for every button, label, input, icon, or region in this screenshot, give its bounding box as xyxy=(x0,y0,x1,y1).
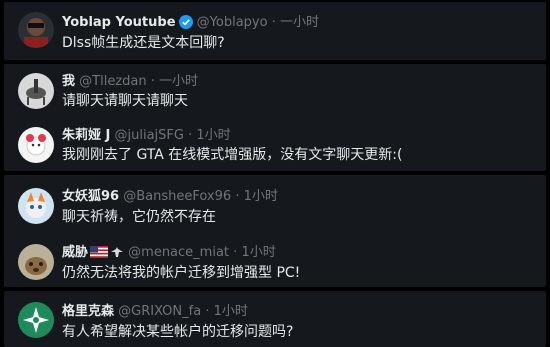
tweet-header: 朱莉娅 J @juliajSFG · 1小时 xyxy=(62,127,231,145)
verified-badge-icon xyxy=(178,15,193,35)
user-handle[interactable]: @GRIXON_fa xyxy=(118,304,201,319)
display-name[interactable]: 我 xyxy=(62,74,75,89)
user-handle[interactable]: @Yoblapyo xyxy=(197,15,268,30)
avatar[interactable] xyxy=(18,188,54,224)
user-handle[interactable]: @juliajSFG xyxy=(115,128,184,143)
user-handle[interactable]: @menace_miat xyxy=(128,245,229,260)
tweet-header: 威胁 @menace_miat · 1小时 xyxy=(62,244,276,264)
tweet-header: 我 @Tllezdan · 一小时 xyxy=(62,73,198,91)
separator-dot: · xyxy=(188,128,193,143)
user-handle[interactable]: @Tllezdan xyxy=(79,74,146,89)
tweet-panel: Yoblap Youtube @Yoblapyo · 一小时 Dlss帧生成还是… xyxy=(4,2,546,60)
display-name[interactable]: Yoblap Youtube xyxy=(62,15,176,30)
display-name[interactable]: 朱莉娅 J xyxy=(62,128,110,143)
separator-dot: · xyxy=(150,74,155,89)
tweet-panel: 我 @Tllezdan · 一小时 请聊天请聊天请聊天 朱莉娅 J @julia… xyxy=(4,64,546,171)
tweet-text: 聊天祈祷，它仍然不存在 xyxy=(62,209,216,225)
timestamp[interactable]: 一小时 xyxy=(280,15,319,30)
avatar[interactable] xyxy=(18,244,54,280)
timestamp[interactable]: 1小时 xyxy=(244,189,278,204)
tweet-header: 格里克森 @GRIXON_fa · 1小时 xyxy=(62,303,248,321)
timestamp[interactable]: 1小时 xyxy=(241,245,275,260)
avatar[interactable] xyxy=(18,12,54,48)
timestamp[interactable]: 1小时 xyxy=(196,128,230,143)
user-handle[interactable]: @BansheeFox96 xyxy=(123,189,231,204)
display-name[interactable]: 女妖狐96 xyxy=(62,189,119,204)
eagle-icon xyxy=(110,246,124,264)
display-name[interactable]: 威胁 xyxy=(62,245,88,260)
tweet-panel: 格里克森 @GRIXON_fa · 1小时 有人希望解决某些帐户的迁移问题吗? xyxy=(4,291,546,347)
tweet-header: 女妖狐96 @BansheeFox96 · 1小时 xyxy=(62,188,278,206)
timestamp[interactable]: 1小时 xyxy=(214,304,248,319)
tweet-text: 有人希望解决某些帐户的迁移问题吗? xyxy=(62,324,294,340)
tweet-text: 仍然无法将我的帐户迁移到增强型 PC! xyxy=(62,265,301,281)
separator-dot: · xyxy=(271,15,276,30)
tweet-header: Yoblap Youtube @Yoblapyo · 一小时 xyxy=(62,14,319,35)
separator-dot: · xyxy=(233,245,238,260)
us-flag-icon xyxy=(90,246,109,264)
separator-dot: · xyxy=(205,304,210,319)
timestamp[interactable]: 一小时 xyxy=(159,74,198,89)
tweet-panel: 女妖狐96 @BansheeFox96 · 1小时 聊天祈祷，它仍然不存在 威胁… xyxy=(4,175,546,287)
display-name[interactable]: 格里克森 xyxy=(62,304,114,319)
avatar[interactable] xyxy=(18,302,54,338)
tweet-text: 请聊天请聊天请聊天 xyxy=(62,93,188,109)
tweet-text: 我刚刚去了 GTA 在线模式增强版，没有文字聊天更新:( xyxy=(62,147,403,163)
avatar[interactable] xyxy=(18,73,54,109)
separator-dot: · xyxy=(235,189,240,204)
avatar[interactable] xyxy=(18,127,54,163)
tweet-text: Dlss帧生成还是文本回聊? xyxy=(62,35,225,51)
